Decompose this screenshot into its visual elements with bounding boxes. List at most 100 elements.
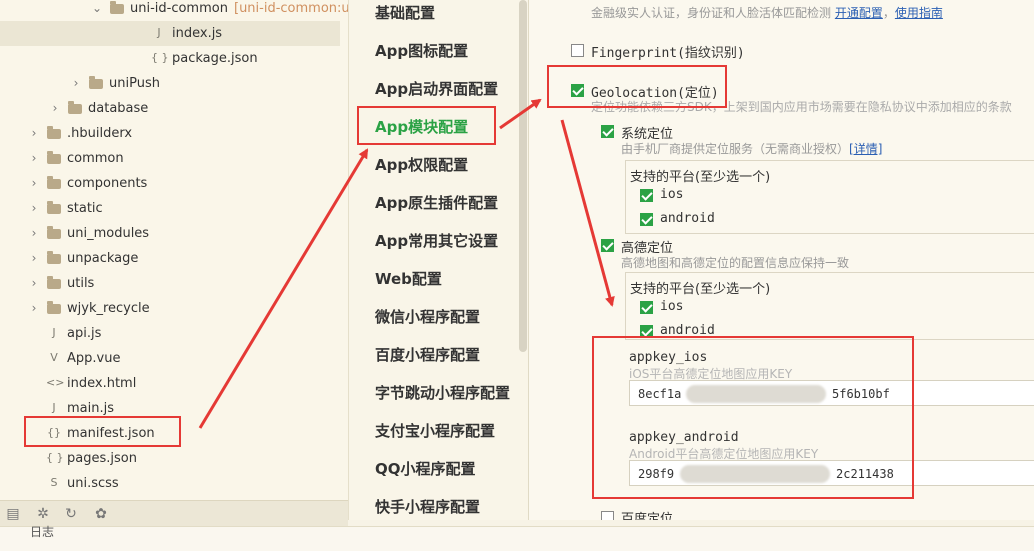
tree-row[interactable]: { } package.json: [0, 46, 340, 71]
system-android-checkbox[interactable]: [640, 213, 653, 226]
tree-row-label: uni.scss: [67, 476, 119, 491]
tree-row-label: common: [67, 151, 124, 166]
chevron-right-icon[interactable]: ›: [28, 146, 40, 171]
js-file-icon: J: [157, 26, 161, 39]
amap-platform-group: 支持的平台(至少选一个) ios android: [625, 272, 1034, 340]
tree-row-label: components: [67, 176, 148, 191]
tree-row[interactable]: ⌄ uni-id-common [uni-id-common:ur: [0, 0, 348, 21]
project-file-tree: ⌄ uni-id-common [uni-id-common:ur Jindex.js…: [0, 0, 348, 550]
fingerprint-checkbox[interactable]: [571, 44, 584, 57]
menu-item[interactable]: App启动界面配置: [375, 78, 498, 99]
tree-row-label: api.js: [67, 326, 102, 341]
tree-row[interactable]: › utils: [0, 271, 340, 296]
menu-item[interactable]: App常用其它设置: [375, 230, 498, 251]
menu-item[interactable]: 微信小程序配置: [375, 306, 480, 327]
menu-item[interactable]: 百度小程序配置: [375, 344, 480, 365]
folder-icon: [68, 101, 82, 114]
chevron-right-icon[interactable]: ›: [28, 221, 40, 246]
tree-row-label: uniPush: [109, 76, 160, 91]
tree-row[interactable]: › common: [0, 146, 340, 171]
menu-scrollbar[interactable]: [519, 0, 527, 352]
system-location-checkbox[interactable]: [601, 125, 614, 138]
plugin-icon[interactable]: ✿: [92, 505, 110, 523]
folder-icon: [47, 151, 61, 164]
tree-row[interactable]: › .hbuilderx: [0, 121, 340, 146]
annotation-box-geolocation: [547, 65, 727, 108]
tree-row[interactable]: › components: [0, 171, 340, 196]
folder-icon: [47, 251, 61, 264]
annotation-box-appkeys: [592, 336, 914, 499]
folder-icon: [110, 1, 124, 14]
tree-row-label: uni-id-common: [130, 1, 228, 16]
amap-ios-checkbox[interactable]: [640, 301, 653, 314]
tree-row[interactable]: Suni.scss: [0, 471, 340, 496]
tree-row[interactable]: › unpackage: [0, 246, 340, 271]
chevron-right-icon[interactable]: ›: [49, 96, 61, 121]
chevron-right-icon[interactable]: ›: [28, 296, 40, 321]
menu-item[interactable]: Web配置: [375, 268, 442, 289]
tree-row[interactable]: › uni_modules: [0, 221, 340, 246]
menu-item[interactable]: QQ小程序配置: [375, 458, 476, 479]
system-location-hint: 由手机厂商提供定位服务（无需商业授权）[详情]: [621, 142, 883, 156]
tree-row[interactable]: › static: [0, 196, 340, 221]
folder-icon: [47, 176, 61, 189]
menu-item[interactable]: 支付宝小程序配置: [375, 420, 495, 441]
tree-row[interactable]: { } pages.json: [0, 446, 340, 471]
menu-item[interactable]: 字节跳动小程序配置: [375, 382, 510, 403]
menu-item[interactable]: 快手小程序配置: [375, 496, 480, 517]
tree-row[interactable]: <> index.html: [0, 371, 340, 396]
folder-icon: [47, 126, 61, 139]
usage-guide-link[interactable]: 使用指南: [895, 6, 943, 20]
menu-item[interactable]: App权限配置: [375, 154, 468, 175]
tree-row-label: unpackage: [67, 251, 139, 266]
search-replace-icon[interactable]: ↻: [62, 505, 80, 523]
tree-row-label: wjyk_recycle: [67, 301, 150, 316]
tree-row[interactable]: › wjyk_recycle: [0, 296, 340, 321]
system-platform-group: 支持的平台(至少选一个) ios android: [625, 160, 1034, 234]
manifest-config-menu: 基础配置 App图标配置 App启动界面配置 App模块配置 App权限配置 App原生插…: [348, 0, 529, 520]
chevron-right-icon[interactable]: ›: [28, 246, 40, 271]
system-platform-title: 支持的平台(至少选一个): [630, 170, 771, 185]
menu-item[interactable]: 基础配置: [375, 2, 435, 23]
chevron-right-icon[interactable]: ›: [28, 121, 40, 146]
annotation-box-manifest: [24, 416, 181, 447]
baidu-location-label: 百度定位: [621, 512, 674, 520]
tree-row[interactable]: V App.vue: [0, 346, 340, 371]
tree-row[interactable]: › uniPush: [0, 71, 340, 96]
log-tab-label[interactable]: 日志: [30, 523, 54, 540]
folder-icon: [47, 276, 61, 289]
html-file-icon: <>: [46, 376, 65, 389]
vue-file-icon: V: [50, 351, 58, 364]
chevron-right-icon[interactable]: ›: [70, 71, 82, 96]
menu-item[interactable]: App原生插件配置: [375, 192, 498, 213]
tree-row[interactable]: Japi.js: [0, 321, 340, 346]
amap-location-checkbox[interactable]: [601, 239, 614, 252]
scss-file-icon: S: [50, 476, 58, 489]
chevron-right-icon[interactable]: ›: [28, 171, 40, 196]
open-config-link[interactable]: 开通配置: [835, 6, 883, 20]
amap-ios-label: ios: [660, 299, 684, 314]
tree-row[interactable]: › database: [0, 96, 340, 121]
bug-icon[interactable]: ✲: [34, 505, 52, 523]
system-location-detail-link[interactable]: [详情]: [849, 142, 882, 156]
chevron-right-icon[interactable]: ›: [28, 196, 40, 221]
system-ios-checkbox[interactable]: [640, 189, 653, 202]
tree-row-label: uni_modules: [67, 226, 150, 241]
chevron-right-icon[interactable]: ›: [28, 271, 40, 296]
tree-row-label: package.json: [172, 51, 258, 66]
json-file-icon: { }: [46, 451, 64, 464]
system-android-label: android: [660, 211, 715, 226]
tree-row-label: index.js: [172, 26, 223, 41]
files-icon[interactable]: ▤: [4, 505, 22, 523]
system-ios-label: ios: [660, 187, 684, 202]
bottom-log-bar: 日志: [0, 523, 1034, 551]
menu-item[interactable]: App图标配置: [375, 40, 468, 61]
folder-icon: [47, 201, 61, 214]
amap-platform-title: 支持的平台(至少选一个): [630, 282, 771, 297]
tree-row[interactable]: Jindex.js: [0, 21, 340, 46]
chevron-down-icon[interactable]: ⌄: [91, 0, 103, 21]
folder-icon: [47, 301, 61, 314]
js-file-icon: J: [52, 401, 56, 414]
baidu-location-checkbox[interactable]: [601, 511, 614, 520]
folder-icon: [47, 226, 61, 239]
